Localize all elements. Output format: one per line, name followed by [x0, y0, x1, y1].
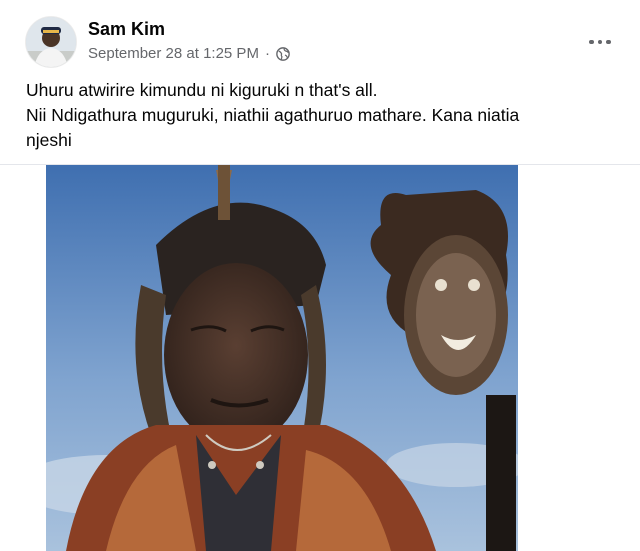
- post-text-line: Nii Ndigathura muguruki, niathii agathur…: [26, 105, 520, 125]
- globe-icon[interactable]: [276, 46, 290, 61]
- avatar-image: [26, 17, 76, 67]
- facebook-post: Sam Kim September 28 at 1:25 PM · Uhuru …: [0, 0, 640, 551]
- more-options-dot: [597, 39, 603, 45]
- post-photo[interactable]: [46, 165, 518, 551]
- post-meta: September 28 at 1:25 PM ·: [88, 45, 290, 62]
- more-options-button[interactable]: [582, 24, 618, 60]
- post-timestamp[interactable]: September 28 at 1:25 PM: [88, 45, 259, 62]
- more-options-dot: [606, 39, 611, 45]
- post-text-line: njeshi: [26, 130, 72, 150]
- author-avatar[interactable]: [26, 17, 76, 67]
- post-text-line: Uhuru atwirire kimundu ni kiguruki n tha…: [26, 80, 378, 100]
- meta-separator: ·: [264, 45, 270, 62]
- post-text: Uhuru atwirire kimundu ni kiguruki n tha…: [26, 78, 626, 153]
- photo-image: [46, 165, 518, 551]
- author-name[interactable]: Sam Kim: [88, 19, 165, 40]
- post-header: Sam Kim September 28 at 1:25 PM ·: [0, 0, 640, 72]
- more-options-icon: [589, 39, 594, 45]
